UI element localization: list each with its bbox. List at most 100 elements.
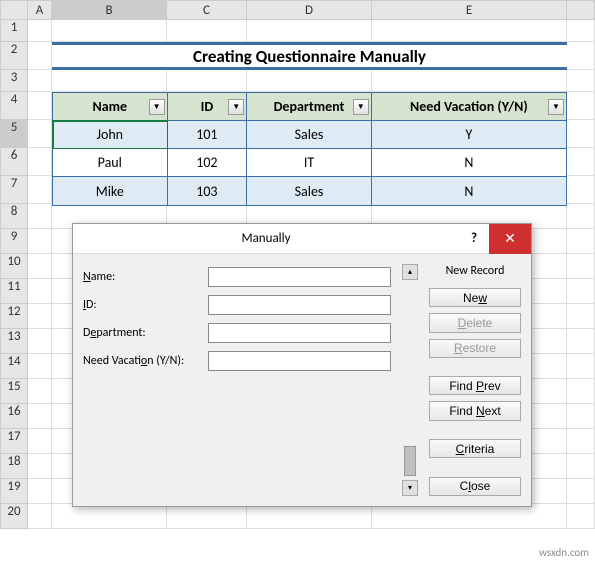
cell[interactable] bbox=[247, 504, 372, 529]
row-header-4[interactable]: 4 bbox=[0, 92, 28, 120]
cell[interactable] bbox=[567, 92, 595, 120]
row-header-15[interactable]: 15 bbox=[0, 379, 28, 404]
scroll-up-icon[interactable]: ▴ bbox=[402, 264, 418, 280]
cell[interactable] bbox=[567, 254, 595, 279]
table-cell[interactable]: 103 bbox=[168, 177, 248, 205]
cell[interactable] bbox=[28, 329, 52, 354]
row-header-11[interactable]: 11 bbox=[0, 279, 28, 304]
row-header-19[interactable]: 19 bbox=[0, 479, 28, 504]
name-input[interactable] bbox=[208, 267, 391, 287]
col-header-f[interactable] bbox=[567, 0, 595, 20]
vacation-input[interactable] bbox=[208, 351, 391, 371]
table-cell[interactable]: Mike bbox=[53, 177, 168, 205]
cell[interactable] bbox=[567, 479, 595, 504]
cell[interactable] bbox=[567, 176, 595, 204]
close-form-button[interactable]: Close bbox=[429, 477, 521, 496]
cell[interactable] bbox=[28, 229, 52, 254]
cell[interactable] bbox=[28, 279, 52, 304]
table-cell[interactable]: N bbox=[372, 149, 566, 177]
cell[interactable] bbox=[567, 204, 595, 229]
cell[interactable] bbox=[567, 20, 595, 42]
close-button[interactable]: ✕ bbox=[489, 224, 531, 254]
row-header-3[interactable]: 3 bbox=[0, 70, 28, 92]
new-button[interactable]: New bbox=[429, 288, 521, 307]
table-cell[interactable]: N bbox=[372, 177, 566, 205]
criteria-button[interactable]: Criteria bbox=[429, 439, 521, 458]
cell[interactable] bbox=[28, 504, 52, 529]
cell[interactable] bbox=[28, 379, 52, 404]
col-header-a[interactable]: A bbox=[28, 0, 52, 20]
cell[interactable] bbox=[167, 70, 247, 92]
cell[interactable] bbox=[167, 504, 247, 529]
cell[interactable] bbox=[567, 304, 595, 329]
row-header-8[interactable]: 8 bbox=[0, 204, 28, 229]
department-input[interactable] bbox=[208, 323, 391, 343]
cell[interactable] bbox=[28, 204, 52, 229]
cell[interactable] bbox=[567, 454, 595, 479]
cell[interactable] bbox=[52, 20, 167, 42]
cell[interactable] bbox=[28, 404, 52, 429]
select-all-corner[interactable] bbox=[0, 0, 28, 20]
cell[interactable] bbox=[28, 479, 52, 504]
row-header-6[interactable]: 6 bbox=[0, 148, 28, 176]
col-header-b[interactable]: B bbox=[52, 0, 167, 20]
cell[interactable] bbox=[28, 42, 52, 70]
cell[interactable] bbox=[52, 504, 167, 529]
id-input[interactable] bbox=[208, 295, 391, 315]
col-header-c[interactable]: C bbox=[167, 0, 247, 20]
row-header-2[interactable]: 2 bbox=[0, 42, 28, 70]
table-cell[interactable]: 101 bbox=[168, 121, 248, 149]
row-header-18[interactable]: 18 bbox=[0, 454, 28, 479]
cell[interactable] bbox=[28, 120, 52, 148]
scroll-thumb[interactable] bbox=[404, 446, 416, 476]
table-cell[interactable]: Y bbox=[372, 121, 566, 149]
row-header-12[interactable]: 12 bbox=[0, 304, 28, 329]
row-header-7[interactable]: 7 bbox=[0, 176, 28, 204]
table-header-name[interactable]: Name▼ bbox=[53, 93, 168, 121]
col-header-e[interactable]: E bbox=[372, 0, 567, 20]
cell[interactable] bbox=[372, 70, 567, 92]
find-prev-button[interactable]: Find Prev bbox=[429, 376, 521, 395]
cell[interactable] bbox=[567, 354, 595, 379]
cell[interactable] bbox=[567, 70, 595, 92]
cell[interactable] bbox=[28, 148, 52, 176]
cell[interactable] bbox=[567, 229, 595, 254]
cell[interactable] bbox=[567, 42, 595, 70]
cell[interactable] bbox=[247, 20, 372, 42]
scroll-down-icon[interactable]: ▾ bbox=[402, 480, 418, 496]
cell[interactable] bbox=[567, 279, 595, 304]
cell[interactable] bbox=[28, 429, 52, 454]
table-header-id[interactable]: ID▼ bbox=[168, 93, 248, 121]
cell[interactable] bbox=[28, 20, 52, 42]
table-cell[interactable]: Sales bbox=[247, 121, 372, 149]
cell[interactable] bbox=[567, 148, 595, 176]
find-next-button[interactable]: Find Next bbox=[429, 401, 521, 420]
cell[interactable] bbox=[52, 70, 167, 92]
cell[interactable] bbox=[167, 20, 247, 42]
table-cell[interactable]: Sales bbox=[247, 177, 372, 205]
filter-dropdown-icon[interactable]: ▼ bbox=[353, 99, 369, 115]
table-cell[interactable]: 102 bbox=[168, 149, 248, 177]
cell[interactable] bbox=[567, 329, 595, 354]
row-header-16[interactable]: 16 bbox=[0, 404, 28, 429]
filter-dropdown-icon[interactable]: ▼ bbox=[228, 99, 244, 115]
table-cell[interactable]: IT bbox=[247, 149, 372, 177]
cell[interactable] bbox=[28, 70, 52, 92]
filter-dropdown-icon[interactable]: ▼ bbox=[149, 99, 165, 115]
table-cell[interactable]: John bbox=[53, 121, 168, 149]
cell[interactable] bbox=[28, 92, 52, 120]
cell[interactable] bbox=[372, 20, 567, 42]
help-button[interactable]: ? bbox=[459, 224, 489, 254]
dialog-titlebar[interactable]: Manually ? ✕ bbox=[73, 224, 531, 254]
cell[interactable] bbox=[28, 176, 52, 204]
row-header-14[interactable]: 14 bbox=[0, 354, 28, 379]
row-header-5[interactable]: 5 bbox=[0, 120, 28, 148]
row-header-20[interactable]: 20 bbox=[0, 504, 28, 529]
cell[interactable] bbox=[567, 404, 595, 429]
table-header-vacation[interactable]: Need Vacation (Y/N)▼ bbox=[372, 93, 566, 121]
filter-dropdown-icon[interactable]: ▼ bbox=[548, 99, 564, 115]
row-header-10[interactable]: 10 bbox=[0, 254, 28, 279]
cell[interactable] bbox=[567, 429, 595, 454]
cell[interactable] bbox=[372, 504, 567, 529]
cell[interactable] bbox=[567, 379, 595, 404]
